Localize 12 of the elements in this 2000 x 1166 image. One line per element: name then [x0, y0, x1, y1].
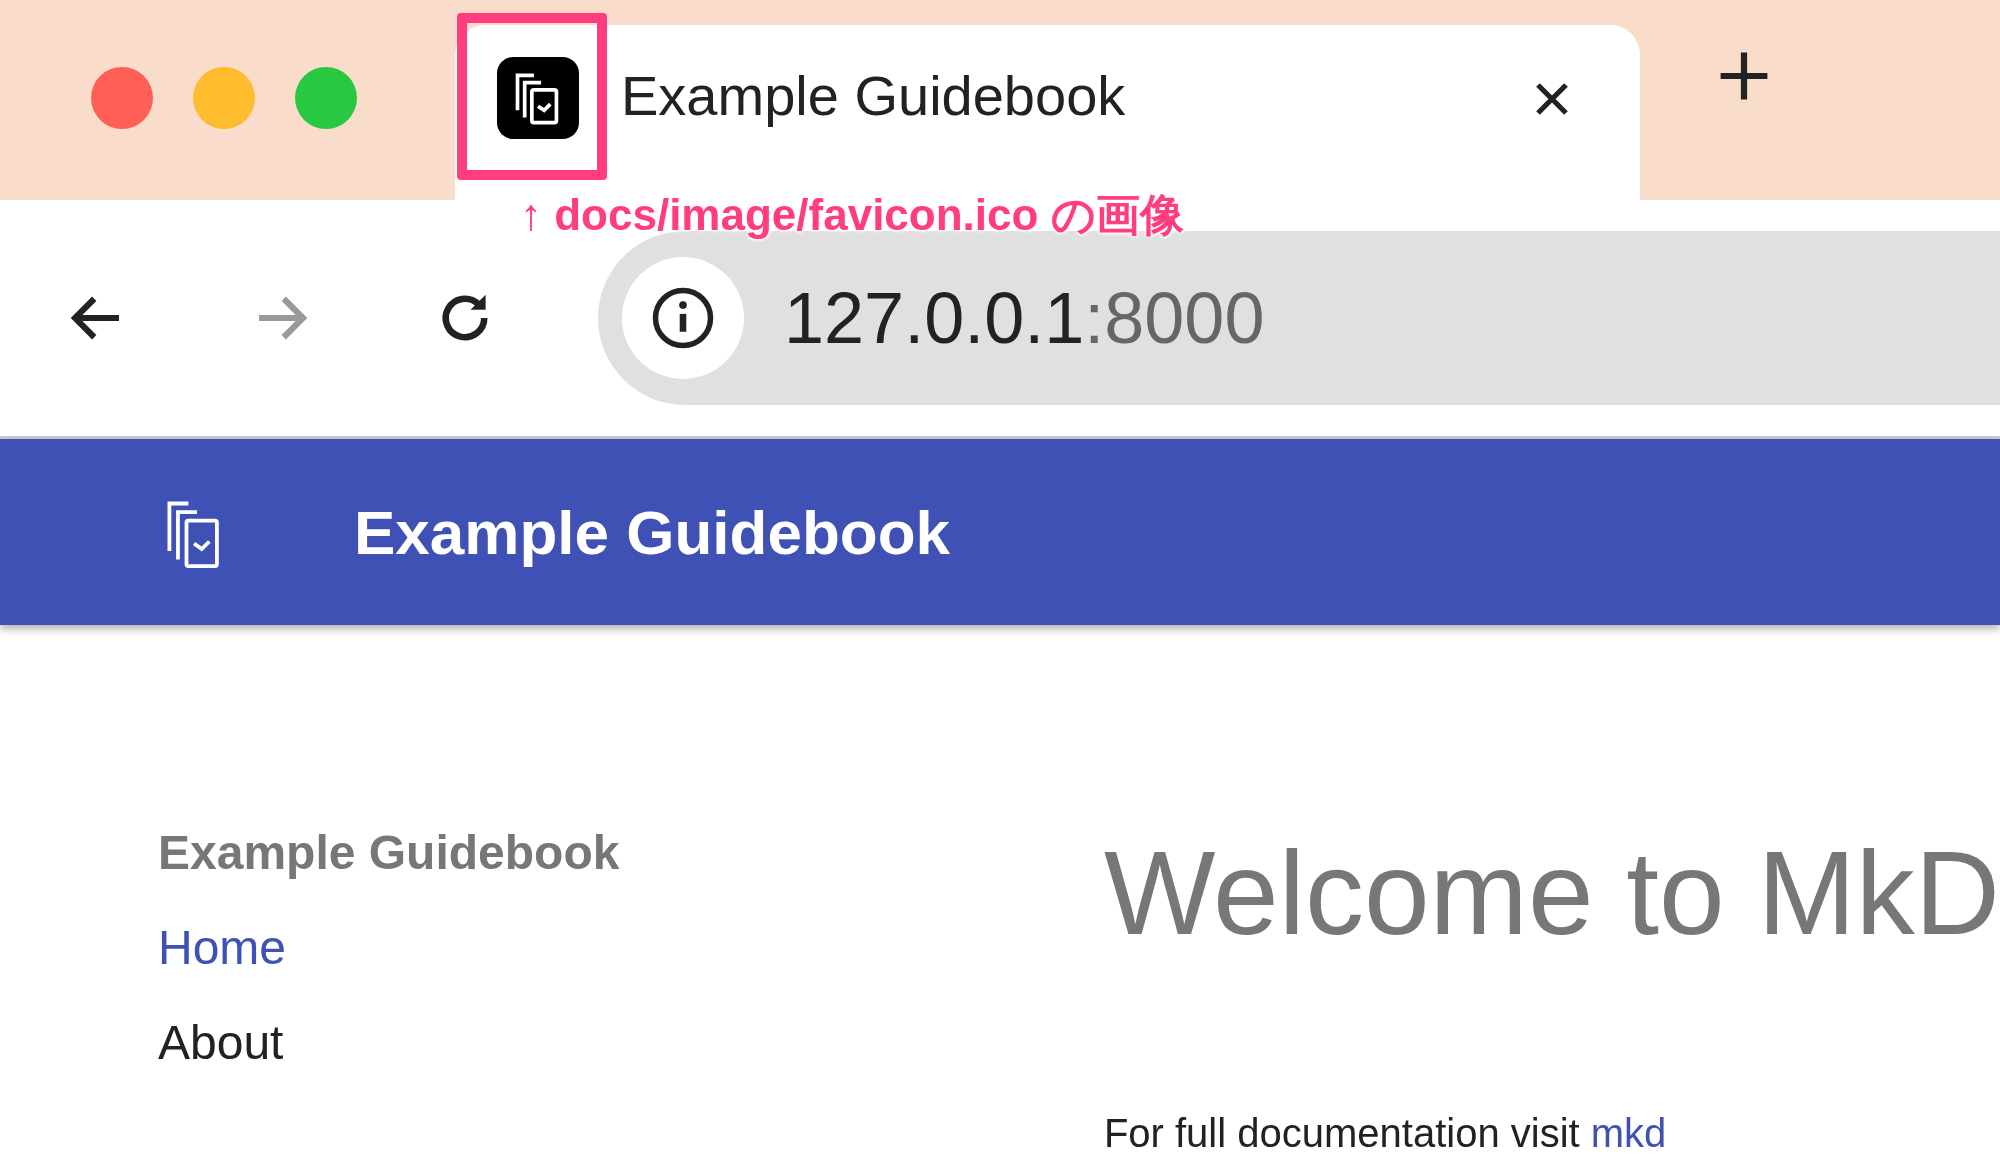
site-title[interactable]: Example Guidebook: [354, 496, 951, 568]
sidebar-link[interactable]: Home: [158, 920, 1104, 975]
info-icon: [650, 285, 716, 351]
tab-title: Example Guidebook: [621, 63, 1127, 128]
paragraph-text: For full documentation visit mkd: [1103, 1111, 1668, 1156]
new-tab-icon[interactable]: [1718, 50, 1770, 102]
sidebar-link[interactable]: About: [158, 1015, 1104, 1070]
favicon-icon: [497, 57, 579, 139]
url-text: 127.0.0.1:8000: [784, 277, 1265, 359]
docs-link[interactable]: mkd: [1590, 1111, 1667, 1155]
sidebar-title: Example Guidebook: [158, 825, 621, 880]
page-heading: Welcome to MkD: [1103, 826, 2000, 961]
